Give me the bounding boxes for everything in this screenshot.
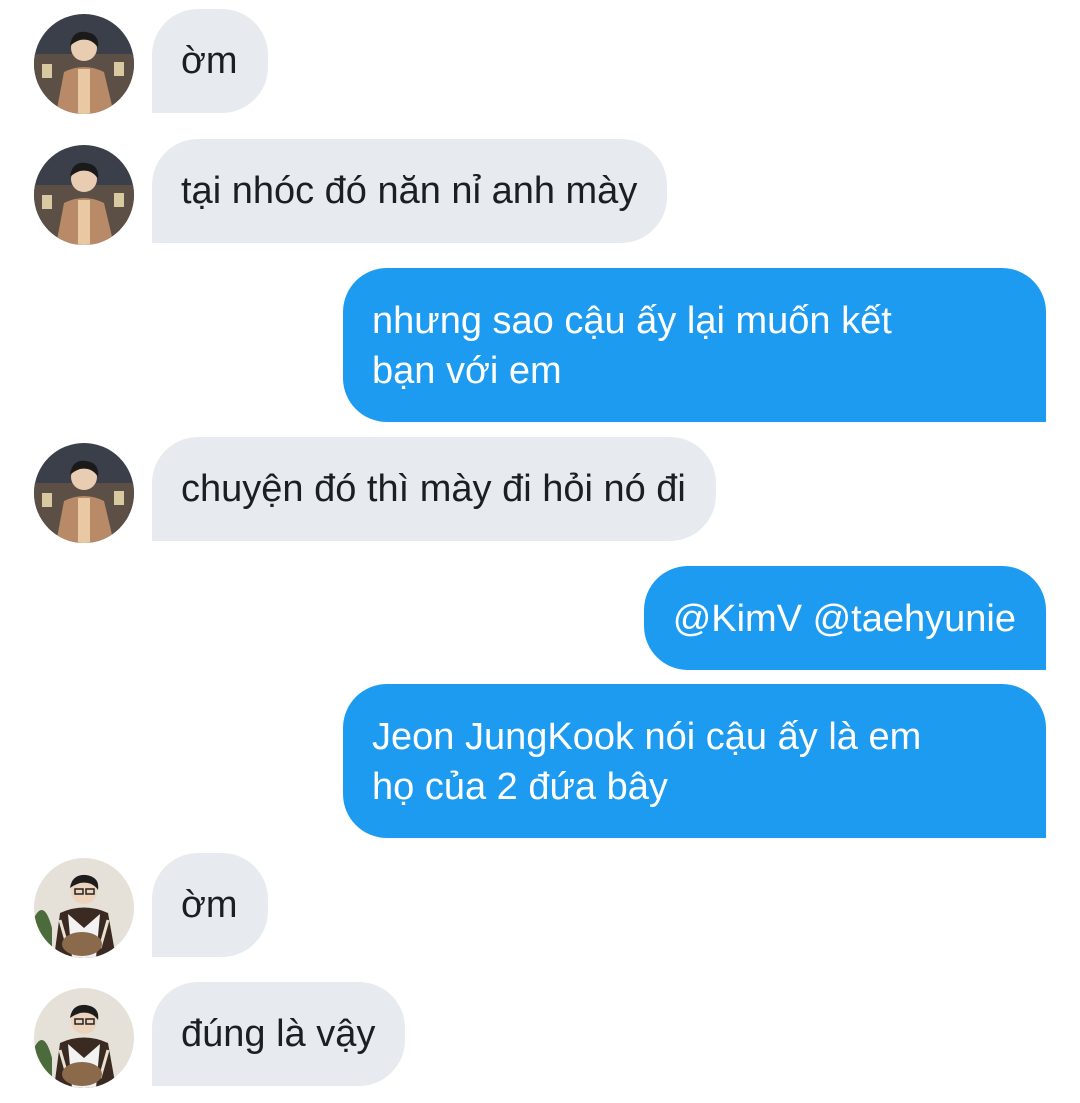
avatar[interactable] bbox=[34, 988, 134, 1088]
chat-screen: { "conversation": { "messages": [ {"send… bbox=[0, 0, 1080, 1103]
message-text-line: họ của 2 đứa bây bbox=[372, 766, 668, 808]
avatar-person-a-icon bbox=[34, 145, 134, 245]
avatar-person-a-icon bbox=[34, 14, 134, 114]
incoming-message[interactable]: ờm bbox=[152, 9, 268, 113]
message-text: đúng là vậy bbox=[181, 1013, 376, 1055]
incoming-message[interactable]: chuyện đó thì mày đi hỏi nó đi bbox=[152, 437, 716, 541]
message-text: chuyện đó thì mày đi hỏi nó đi bbox=[181, 468, 686, 510]
avatar[interactable] bbox=[34, 14, 134, 114]
avatar-person-b-icon bbox=[34, 988, 134, 1088]
incoming-message[interactable]: đúng là vậy bbox=[152, 982, 406, 1086]
avatar[interactable] bbox=[34, 443, 134, 543]
incoming-message[interactable]: ờm bbox=[152, 853, 268, 957]
avatar[interactable] bbox=[34, 145, 134, 245]
avatar-person-b-icon bbox=[34, 858, 134, 958]
message-text: ờm bbox=[181, 40, 238, 82]
message-text-line: nhưng sao cậu ấy lại muốn kết bbox=[372, 300, 892, 342]
avatar[interactable] bbox=[34, 858, 134, 958]
message-text: tại nhóc đó năn nỉ anh mày bbox=[181, 170, 638, 212]
avatar-person-a-icon bbox=[34, 443, 134, 543]
message-text-line: @KimV @taehyunie bbox=[672, 598, 1016, 640]
message-text-line: Jeon JungKook nói cậu ấy là em bbox=[372, 716, 922, 758]
message-text-line: bạn với em bbox=[372, 350, 562, 392]
outgoing-message[interactable]: nhưng sao cậu ấy lại muốn kết bạn với em bbox=[343, 268, 1046, 422]
outgoing-message[interactable]: @KimV @taehyunie bbox=[643, 566, 1046, 670]
incoming-message[interactable]: tại nhóc đó năn nỉ anh mày bbox=[152, 139, 668, 243]
outgoing-message[interactable]: Jeon JungKook nói cậu ấy là em họ của 2 … bbox=[343, 684, 1046, 838]
message-text: ờm bbox=[181, 884, 238, 926]
